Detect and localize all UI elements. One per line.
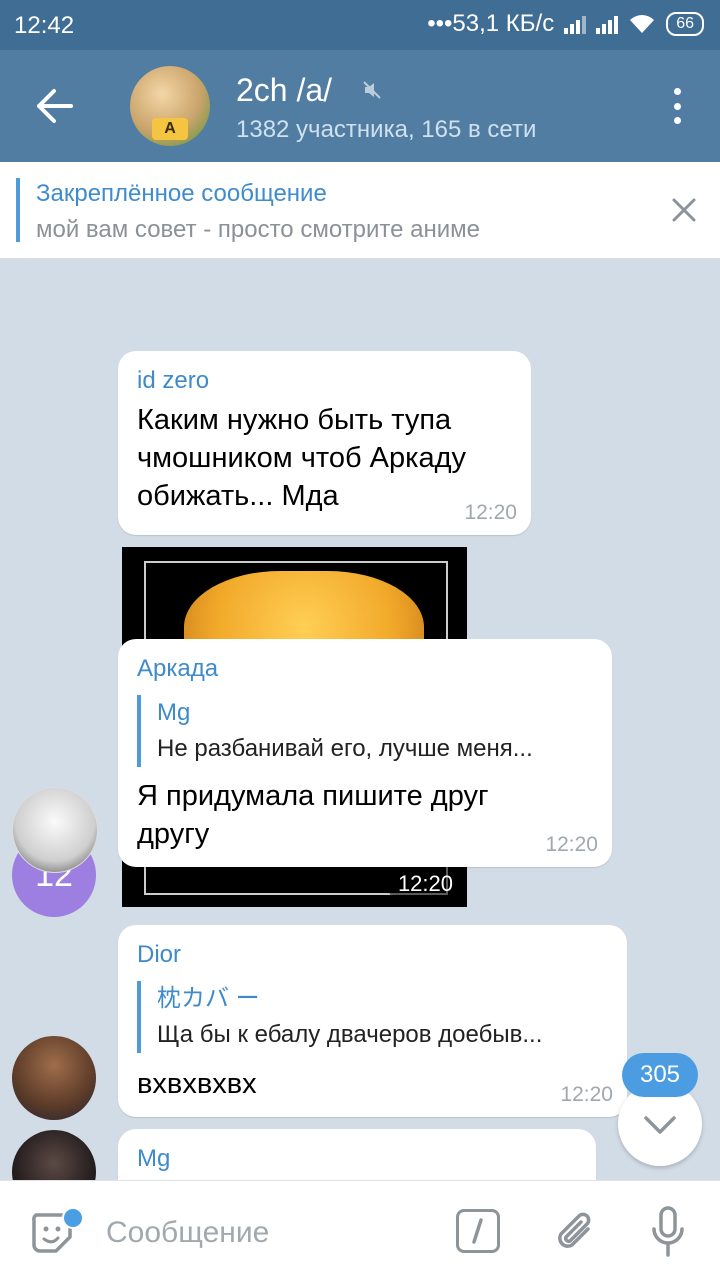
pinned-message[interactable]: Закреплённое сообщение мой вам совет - п… (0, 162, 720, 259)
reply-quote[interactable]: 枕カバ ー Ща бы к ебалу двачеров доебыв... (137, 981, 607, 1053)
message-input-bar (0, 1180, 720, 1281)
close-icon[interactable] (670, 196, 698, 224)
back-arrow-icon[interactable] (34, 88, 74, 124)
message-list[interactable]: id zero Каким нужно быть тупа чмошником … (0, 258, 720, 1180)
message-time: 12:20 (560, 1083, 613, 1106)
muted-icon (363, 81, 381, 99)
pinned-title: Закреплённое сообщение (36, 180, 327, 207)
chevron-down-icon (644, 1116, 676, 1134)
microphone-icon[interactable] (648, 1205, 688, 1259)
user-avatar[interactable] (12, 1036, 96, 1120)
reply-text: Ща бы к ебалу двачеров доебыв... (157, 1021, 543, 1048)
signal-icon (564, 14, 587, 34)
reply-author: Mg (157, 699, 191, 726)
status-bar: 12:42 •••53,1 КБ/с 66 (0, 0, 720, 50)
message-bubble[interactable]: Аркада Mg Не разбанивай его, лучше меня.… (118, 639, 612, 867)
user-avatar[interactable] (12, 787, 98, 873)
message-input[interactable] (104, 1207, 428, 1259)
chat-title[interactable]: 2ch /a/ (236, 72, 332, 109)
message-text: вхвхвхвх (137, 1068, 257, 1100)
message-author[interactable]: Dior (137, 941, 181, 969)
message-text: Я придумала пишите друг другу (137, 780, 489, 850)
message-author[interactable]: Аркада (137, 655, 218, 683)
unread-count-badge[interactable]: 305 (622, 1053, 698, 1097)
status-time: 12:42 (14, 12, 75, 39)
reply-quote[interactable]: Mg Не разбанивай его, лучше меня... (137, 695, 597, 767)
bot-command-icon[interactable] (456, 1209, 500, 1253)
message-time: 12:20 (464, 501, 517, 524)
pinned-accent-bar (16, 178, 20, 242)
reply-author: 枕カバ ー (157, 985, 260, 1012)
message-time: 12:20 (545, 833, 598, 856)
new-stickers-dot (62, 1207, 84, 1229)
paperclip-icon[interactable] (554, 1207, 598, 1257)
message-bubble[interactable]: Dior 枕カバ ー Ща бы к ебалу двачеров доебыв… (118, 925, 627, 1117)
group-avatar-logo: A (152, 118, 188, 140)
message-author[interactable]: Mg (137, 1145, 170, 1173)
network-speed: •••53,1 КБ/с (427, 10, 555, 37)
signal-icon-2 (596, 14, 619, 34)
chat-header: A 2ch /a/ 1382 участника, 165 в сети (0, 50, 720, 162)
message-bubble[interactable]: Mg (118, 1129, 596, 1180)
reply-text: Не разбанивай его, лучше меня... (157, 735, 533, 762)
message-text: Каким нужно быть тупа чмошником чтоб Арк… (137, 404, 466, 512)
battery-icon: 66 (666, 12, 704, 36)
message-author[interactable]: id zero (137, 367, 209, 395)
message-bubble[interactable]: id zero Каким нужно быть тупа чмошником … (118, 351, 531, 535)
user-avatar[interactable] (12, 1130, 96, 1180)
status-indicators: •••53,1 КБ/с 66 (427, 10, 704, 38)
more-menu-icon[interactable] (672, 88, 682, 124)
wifi-icon (630, 15, 655, 33)
group-avatar[interactable]: A (130, 66, 210, 146)
chat-subtitle: 1382 участника, 165 в сети (236, 116, 537, 143)
photo-time: 12:20 (387, 867, 463, 901)
pinned-text: мой вам совет - просто смотрите аниме (36, 216, 480, 243)
